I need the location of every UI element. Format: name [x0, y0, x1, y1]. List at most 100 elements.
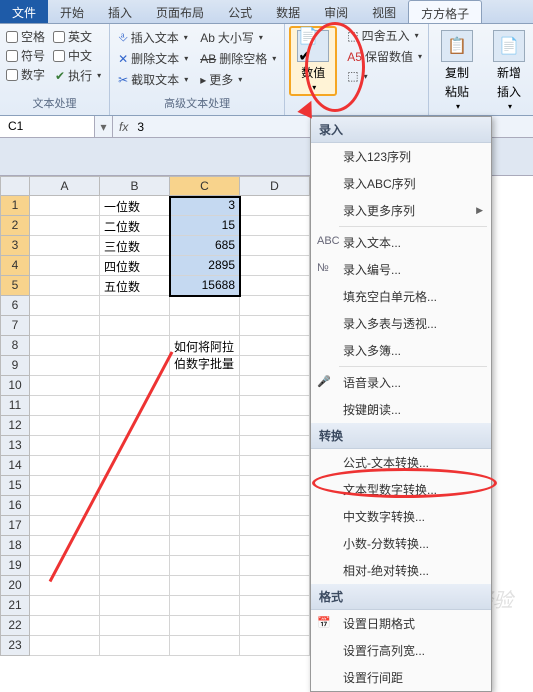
cell[interactable]: [240, 276, 310, 296]
cell[interactable]: [100, 336, 170, 356]
row-header-19[interactable]: 19: [0, 556, 30, 576]
cell[interactable]: [170, 356, 240, 376]
cell[interactable]: [30, 196, 100, 216]
btn-add-insert[interactable]: 📄 新增 插入▾: [487, 28, 531, 113]
cell[interactable]: [240, 476, 310, 496]
cell[interactable]: [170, 556, 240, 576]
cell[interactable]: [170, 516, 240, 536]
row-header-22[interactable]: 22: [0, 616, 30, 636]
cell[interactable]: 685: [170, 236, 240, 256]
btn-cut-text[interactable]: ✂截取文本▾: [116, 70, 190, 89]
row-header-21[interactable]: 21: [0, 596, 30, 616]
row-header-9[interactable]: 9: [0, 356, 30, 376]
row-header-16[interactable]: 16: [0, 496, 30, 516]
menu-decimal-fraction[interactable]: 小数-分数转换...: [311, 530, 491, 557]
cell[interactable]: [100, 636, 170, 656]
cell[interactable]: [100, 416, 170, 436]
cell[interactable]: [240, 316, 310, 336]
menu-multi-sheet[interactable]: 录入多表与透视...: [311, 310, 491, 337]
row-header-10[interactable]: 10: [0, 376, 30, 396]
row-header-14[interactable]: 14: [0, 456, 30, 476]
col-header-b[interactable]: B: [100, 176, 170, 196]
tab-file[interactable]: 文件: [0, 0, 48, 23]
cell[interactable]: [30, 636, 100, 656]
cell[interactable]: [30, 376, 100, 396]
cell[interactable]: [170, 616, 240, 636]
btn-round[interactable]: ⬚四舍五入▾: [345, 26, 424, 45]
cell[interactable]: [30, 336, 100, 356]
cell[interactable]: [170, 576, 240, 596]
cell[interactable]: [170, 456, 240, 476]
cell[interactable]: [170, 496, 240, 516]
btn-execute[interactable]: ✔执行▾: [53, 66, 103, 85]
cell[interactable]: [30, 416, 100, 436]
menu-123-series[interactable]: 录入123序列: [311, 143, 491, 170]
btn-insert-text[interactable]: ⎀插入文本▾: [116, 28, 190, 47]
cell[interactable]: [100, 456, 170, 476]
cell[interactable]: [30, 556, 100, 576]
cell[interactable]: [240, 336, 310, 356]
btn-copy-paste[interactable]: 📋 复制 粘贴▾: [435, 28, 479, 113]
cell[interactable]: [240, 436, 310, 456]
menu-row-col-size[interactable]: 设置行高列宽...: [311, 637, 491, 664]
namebox-dropdown[interactable]: ▾: [95, 116, 113, 137]
name-box[interactable]: C1: [0, 116, 95, 137]
cell[interactable]: [240, 576, 310, 596]
cell[interactable]: [240, 356, 310, 376]
col-header-a[interactable]: A: [30, 176, 100, 196]
btn-misc[interactable]: ⬚▾: [345, 68, 424, 84]
cell[interactable]: [30, 496, 100, 516]
cell[interactable]: [30, 256, 100, 276]
cell[interactable]: [30, 536, 100, 556]
menu-abc-series[interactable]: 录入ABC序列: [311, 170, 491, 197]
cell[interactable]: 15688: [170, 276, 240, 296]
tab-layout[interactable]: 页面布局: [144, 0, 216, 23]
cell[interactable]: [240, 296, 310, 316]
cell[interactable]: [100, 536, 170, 556]
tab-review[interactable]: 审阅: [312, 0, 360, 23]
cell[interactable]: 二位数: [100, 216, 170, 236]
formula-input[interactable]: 3: [134, 117, 147, 137]
cell[interactable]: [170, 376, 240, 396]
menu-fill-blank[interactable]: 填充空白单元格...: [311, 283, 491, 310]
row-header-17[interactable]: 17: [0, 516, 30, 536]
cell[interactable]: [100, 576, 170, 596]
cell[interactable]: [30, 596, 100, 616]
menu-row-spacing[interactable]: 设置行间距: [311, 664, 491, 691]
row-header-12[interactable]: 12: [0, 416, 30, 436]
cell[interactable]: [240, 256, 310, 276]
cell[interactable]: [170, 636, 240, 656]
btn-numeric[interactable]: 📄✔ 数值 ▾: [289, 26, 337, 96]
cell[interactable]: [240, 556, 310, 576]
cell[interactable]: [240, 396, 310, 416]
btn-keep-value[interactable]: A5保留数值▾: [345, 47, 424, 66]
cell[interactable]: [100, 436, 170, 456]
cell[interactable]: [30, 236, 100, 256]
menu-voice-input[interactable]: 🎤语音录入...: [311, 369, 491, 396]
cell[interactable]: 一位数: [100, 196, 170, 216]
menu-date-format[interactable]: 📅设置日期格式: [311, 610, 491, 637]
tab-formula[interactable]: 公式: [216, 0, 264, 23]
cell[interactable]: [170, 316, 240, 336]
cell[interactable]: [240, 516, 310, 536]
cell[interactable]: [100, 376, 170, 396]
menu-more-series[interactable]: 录入更多序列▶: [311, 197, 491, 224]
chk-space[interactable]: 空格: [6, 28, 45, 45]
menu-text-number[interactable]: 文本型数字转换...: [311, 476, 491, 503]
tab-view[interactable]: 视图: [360, 0, 408, 23]
chk-chinese[interactable]: 中文: [53, 47, 103, 64]
chk-english[interactable]: 英文: [53, 28, 103, 45]
cell[interactable]: [30, 456, 100, 476]
cell[interactable]: [240, 196, 310, 216]
menu-multi-book[interactable]: 录入多簿...: [311, 337, 491, 364]
cell[interactable]: [170, 436, 240, 456]
row-header-15[interactable]: 15: [0, 476, 30, 496]
cell[interactable]: [240, 596, 310, 616]
cell[interactable]: [240, 616, 310, 636]
chk-symbol[interactable]: 符号: [6, 47, 45, 64]
menu-rel-abs[interactable]: 相对-绝对转换...: [311, 557, 491, 584]
row-header-6[interactable]: 6: [0, 296, 30, 316]
col-header-d[interactable]: D: [240, 176, 310, 196]
cell[interactable]: [30, 436, 100, 456]
btn-delete-text[interactable]: ✕删除文本▾: [116, 49, 190, 68]
